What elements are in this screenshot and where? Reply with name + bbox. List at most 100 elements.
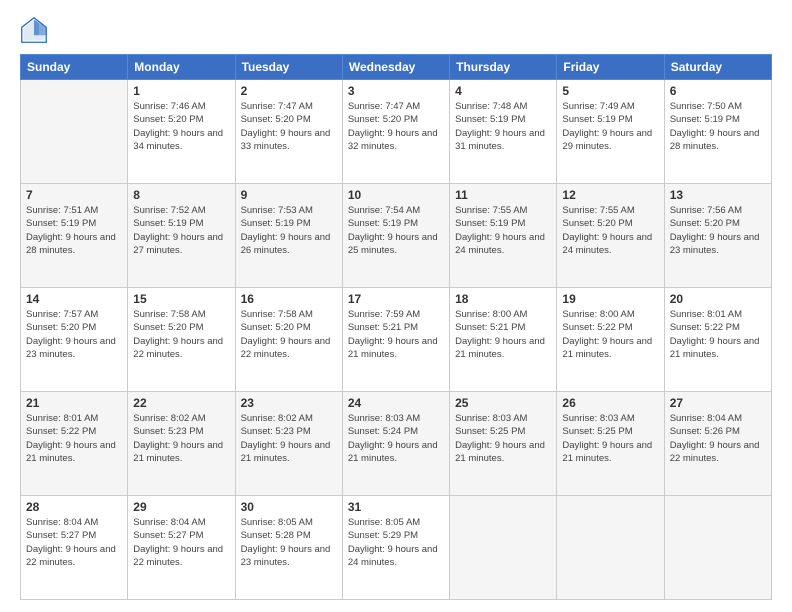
weekday-header-tuesday: Tuesday: [235, 55, 342, 80]
calendar-cell: 11 Sunrise: 7:55 AMSunset: 5:19 PMDayligh…: [450, 184, 557, 288]
weekday-header-saturday: Saturday: [664, 55, 771, 80]
day-detail: Sunrise: 7:58 AMSunset: 5:20 PMDaylight:…: [241, 308, 337, 361]
day-detail: Sunrise: 7:47 AMSunset: 5:20 PMDaylight:…: [241, 100, 337, 153]
logo-icon: [20, 16, 48, 44]
day-detail: Sunrise: 8:00 AMSunset: 5:21 PMDaylight:…: [455, 308, 551, 361]
day-number: 10: [348, 188, 444, 202]
calendar-cell: 23 Sunrise: 8:02 AMSunset: 5:23 PMDayligh…: [235, 392, 342, 496]
day-number: 4: [455, 84, 551, 98]
calendar-cell: 6 Sunrise: 7:50 AMSunset: 5:19 PMDaylight…: [664, 80, 771, 184]
calendar-cell: 21Sunrise: 8:01 AMSunset: 5:22 PMDayligh…: [21, 392, 128, 496]
day-detail: Sunrise: 8:03 AMSunset: 5:25 PMDaylight:…: [562, 412, 658, 465]
calendar-week-row: 28 Sunrise: 8:04 AMSunset: 5:27 PMDayligh…: [21, 496, 772, 600]
day-detail: Sunrise: 7:55 AMSunset: 5:20 PMDaylight:…: [562, 204, 658, 257]
calendar-cell: 4 Sunrise: 7:48 AMSunset: 5:19 PMDaylight…: [450, 80, 557, 184]
day-detail: Sunrise: 8:03 AMSunset: 5:24 PMDaylight:…: [348, 412, 444, 465]
day-detail: Sunrise: 8:02 AMSunset: 5:23 PMDaylight:…: [241, 412, 337, 465]
day-number: 2: [241, 84, 337, 98]
day-detail: Sunrise: 7:57 AMSunset: 5:20 PMDaylight:…: [26, 308, 122, 361]
day-detail: Sunrise: 7:53 AMSunset: 5:19 PMDaylight:…: [241, 204, 337, 257]
day-number: 30: [241, 500, 337, 514]
calendar-cell: [557, 496, 664, 600]
day-number: 14: [26, 292, 122, 306]
day-number: 29: [133, 500, 229, 514]
day-detail: Sunrise: 7:55 AMSunset: 5:19 PMDaylight:…: [455, 204, 551, 257]
day-detail: Sunrise: 7:54 AMSunset: 5:19 PMDaylight:…: [348, 204, 444, 257]
day-number: 15: [133, 292, 229, 306]
day-number: 23: [241, 396, 337, 410]
calendar-table: SundayMondayTuesdayWednesdayThursdayFrid…: [20, 54, 772, 600]
calendar-cell: 3 Sunrise: 7:47 AMSunset: 5:20 PMDaylight…: [342, 80, 449, 184]
day-number: 9: [241, 188, 337, 202]
calendar-week-row: 21Sunrise: 8:01 AMSunset: 5:22 PMDayligh…: [21, 392, 772, 496]
calendar-cell: 14 Sunrise: 7:57 AMSunset: 5:20 PMDayligh…: [21, 288, 128, 392]
calendar-cell: 28 Sunrise: 8:04 AMSunset: 5:27 PMDayligh…: [21, 496, 128, 600]
day-number: 12: [562, 188, 658, 202]
day-number: 6: [670, 84, 766, 98]
day-detail: Sunrise: 8:01 AMSunset: 5:22 PMDaylight:…: [670, 308, 766, 361]
day-detail: Sunrise: 8:05 AMSunset: 5:28 PMDaylight:…: [241, 516, 337, 569]
calendar-header-row: SundayMondayTuesdayWednesdayThursdayFrid…: [21, 55, 772, 80]
calendar-cell: 9 Sunrise: 7:53 AMSunset: 5:19 PMDaylight…: [235, 184, 342, 288]
weekday-header-friday: Friday: [557, 55, 664, 80]
calendar-cell: [21, 80, 128, 184]
calendar-week-row: 14 Sunrise: 7:57 AMSunset: 5:20 PMDayligh…: [21, 288, 772, 392]
day-detail: Sunrise: 8:00 AMSunset: 5:22 PMDaylight:…: [562, 308, 658, 361]
day-detail: Sunrise: 8:04 AMSunset: 5:27 PMDaylight:…: [26, 516, 122, 569]
calendar-cell: 27 Sunrise: 8:04 AMSunset: 5:26 PMDayligh…: [664, 392, 771, 496]
day-detail: Sunrise: 8:01 AMSunset: 5:22 PMDaylight:…: [26, 412, 122, 465]
day-detail: Sunrise: 7:48 AMSunset: 5:19 PMDaylight:…: [455, 100, 551, 153]
day-detail: Sunrise: 7:47 AMSunset: 5:20 PMDaylight:…: [348, 100, 444, 153]
calendar-cell: 8Sunrise: 7:52 AMSunset: 5:19 PMDaylight…: [128, 184, 235, 288]
calendar-cell: 24 Sunrise: 8:03 AMSunset: 5:24 PMDayligh…: [342, 392, 449, 496]
day-number: 17: [348, 292, 444, 306]
page: SundayMondayTuesdayWednesdayThursdayFrid…: [0, 0, 792, 612]
calendar-cell: 31Sunrise: 8:05 AMSunset: 5:29 PMDayligh…: [342, 496, 449, 600]
day-detail: Sunrise: 7:50 AMSunset: 5:19 PMDaylight:…: [670, 100, 766, 153]
calendar-week-row: 7Sunrise: 7:51 AMSunset: 5:19 PMDaylight…: [21, 184, 772, 288]
day-number: 20: [670, 292, 766, 306]
day-number: 3: [348, 84, 444, 98]
day-number: 22: [133, 396, 229, 410]
weekday-header-sunday: Sunday: [21, 55, 128, 80]
weekday-header-thursday: Thursday: [450, 55, 557, 80]
calendar-cell: 30 Sunrise: 8:05 AMSunset: 5:28 PMDayligh…: [235, 496, 342, 600]
calendar-cell: 17 Sunrise: 7:59 AMSunset: 5:21 PMDayligh…: [342, 288, 449, 392]
calendar-cell: 7Sunrise: 7:51 AMSunset: 5:19 PMDaylight…: [21, 184, 128, 288]
calendar-cell: [450, 496, 557, 600]
day-number: 1: [133, 84, 229, 98]
day-number: 8: [133, 188, 229, 202]
day-number: 13: [670, 188, 766, 202]
day-number: 26: [562, 396, 658, 410]
day-detail: Sunrise: 8:02 AMSunset: 5:23 PMDaylight:…: [133, 412, 229, 465]
calendar-cell: 25 Sunrise: 8:03 AMSunset: 5:25 PMDayligh…: [450, 392, 557, 496]
day-detail: Sunrise: 7:46 AMSunset: 5:20 PMDaylight:…: [133, 100, 229, 153]
day-number: 11: [455, 188, 551, 202]
calendar-cell: 20 Sunrise: 8:01 AMSunset: 5:22 PMDayligh…: [664, 288, 771, 392]
calendar-cell: 16 Sunrise: 7:58 AMSunset: 5:20 PMDayligh…: [235, 288, 342, 392]
day-number: 28: [26, 500, 122, 514]
day-number: 19: [562, 292, 658, 306]
day-detail: Sunrise: 8:03 AMSunset: 5:25 PMDaylight:…: [455, 412, 551, 465]
calendar-cell: 26 Sunrise: 8:03 AMSunset: 5:25 PMDayligh…: [557, 392, 664, 496]
calendar-cell: 5 Sunrise: 7:49 AMSunset: 5:19 PMDaylight…: [557, 80, 664, 184]
day-detail: Sunrise: 7:58 AMSunset: 5:20 PMDaylight:…: [133, 308, 229, 361]
calendar-cell: 29 Sunrise: 8:04 AMSunset: 5:27 PMDayligh…: [128, 496, 235, 600]
calendar-cell: 19 Sunrise: 8:00 AMSunset: 5:22 PMDayligh…: [557, 288, 664, 392]
calendar-cell: 12 Sunrise: 7:55 AMSunset: 5:20 PMDayligh…: [557, 184, 664, 288]
calendar-cell: 22 Sunrise: 8:02 AMSunset: 5:23 PMDayligh…: [128, 392, 235, 496]
calendar-cell: [664, 496, 771, 600]
day-detail: Sunrise: 8:04 AMSunset: 5:27 PMDaylight:…: [133, 516, 229, 569]
calendar-cell: 18Sunrise: 8:00 AMSunset: 5:21 PMDayligh…: [450, 288, 557, 392]
calendar-cell: 2 Sunrise: 7:47 AMSunset: 5:20 PMDaylight…: [235, 80, 342, 184]
day-detail: Sunrise: 7:49 AMSunset: 5:19 PMDaylight:…: [562, 100, 658, 153]
calendar-cell: 15 Sunrise: 7:58 AMSunset: 5:20 PMDayligh…: [128, 288, 235, 392]
day-detail: Sunrise: 8:04 AMSunset: 5:26 PMDaylight:…: [670, 412, 766, 465]
day-number: 5: [562, 84, 658, 98]
day-number: 25: [455, 396, 551, 410]
day-number: 27: [670, 396, 766, 410]
day-number: 31: [348, 500, 444, 514]
day-detail: Sunrise: 7:59 AMSunset: 5:21 PMDaylight:…: [348, 308, 444, 361]
day-number: 16: [241, 292, 337, 306]
day-number: 24: [348, 396, 444, 410]
